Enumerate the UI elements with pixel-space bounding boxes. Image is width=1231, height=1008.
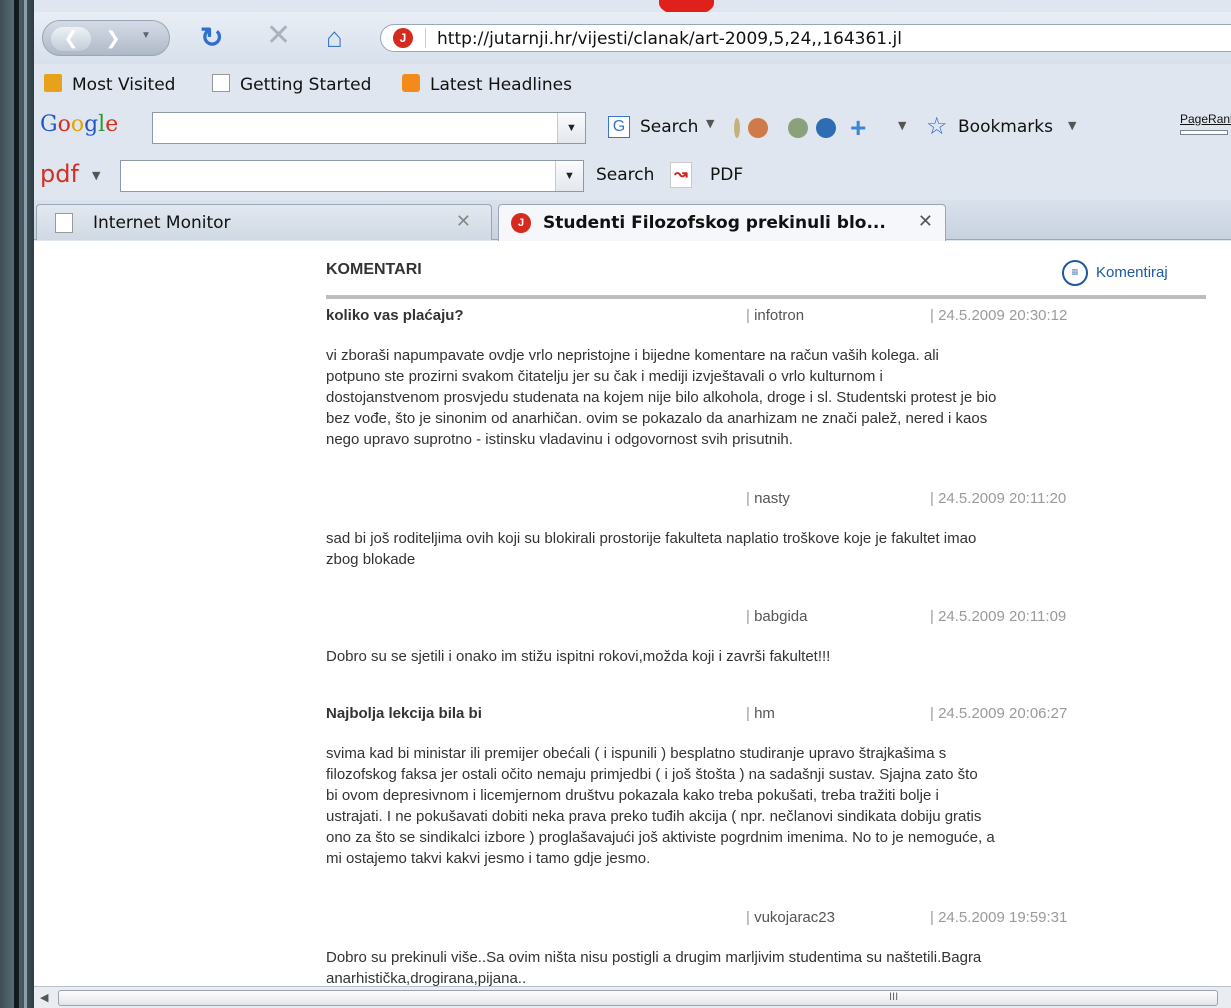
page-icon — [212, 74, 230, 92]
comment-date: | 24.5.2009 20:11:09 — [930, 608, 1067, 625]
pdf-search-button[interactable]: Search — [596, 165, 654, 185]
comment-date: | 24.5.2009 20:06:27 — [930, 705, 1068, 722]
most-visited-icon — [44, 74, 62, 92]
url-text[interactable]: http://jutarnji.hr/vijesti/clanak/art-20… — [437, 29, 902, 49]
pagerank-label[interactable]: PageRank — [1180, 112, 1231, 126]
bookmarks-dropdown-icon[interactable]: ▼ — [1068, 119, 1076, 132]
comment-author: | babgida — [746, 608, 808, 625]
pagerank-bar — [1180, 130, 1228, 135]
pdf-search-input[interactable]: ▼ — [120, 160, 584, 192]
google-toolbar: Google ▼ G Search ▼ + ▼ ☆ Bookmarks ▼ Pa… — [34, 104, 1231, 152]
home-icon[interactable]: ⌂ — [326, 24, 343, 52]
desktop-strip — [0, 0, 34, 1008]
tab-studenti-filozofskog[interactable]: J Studenti Filozofskog prekinuli blo... … — [498, 204, 946, 241]
reload-icon[interactable]: ↻ — [200, 24, 223, 52]
comment-author: | nasty — [746, 490, 790, 507]
tab-bar: Internet Monitor ✕ J Studenti Filozofsko… — [34, 200, 1231, 241]
comment-date: | 24.5.2009 20:30:12 — [930, 307, 1068, 324]
back-button[interactable]: ❮ — [51, 27, 91, 51]
divider-icon — [734, 118, 740, 138]
forward-button[interactable]: ❯ — [97, 27, 129, 51]
add-icon[interactable]: + — [850, 112, 866, 144]
pdf-button[interactable]: PDF — [710, 165, 743, 185]
site-favicon-icon: J — [511, 213, 531, 233]
bookmark-latest-headlines[interactable]: Latest Headlines — [430, 75, 572, 95]
address-bar[interactable]: J http://jutarnji.hr/vijesti/clanak/art-… — [380, 24, 1231, 52]
search-dropdown-icon[interactable]: ▼ — [706, 117, 714, 130]
comment-author: | infotron — [746, 307, 805, 324]
star-icon[interactable]: ☆ — [926, 112, 948, 141]
page-icon — [55, 213, 73, 233]
bookmark-getting-started[interactable]: Getting Started — [240, 75, 371, 95]
back-forward-group: ❮ ❯ ▼ — [42, 20, 170, 56]
globe-icon[interactable] — [816, 118, 836, 138]
comment-author: | vukojarac23 — [746, 909, 835, 926]
bookmark-most-visited[interactable]: Most Visited — [72, 75, 175, 95]
chevron-down-icon[interactable]: ▼ — [555, 161, 583, 191]
comment-date: | 24.5.2009 19:59:31 — [930, 909, 1068, 926]
history-dropdown-icon[interactable]: ▼ — [141, 30, 151, 41]
strip-bar-light — [24, 0, 27, 1008]
comment-date: | 24.5.2009 20:11:20 — [930, 490, 1067, 507]
add-dropdown-icon[interactable]: ▼ — [898, 119, 906, 132]
bookmarks-toolbar: Most Visited Getting Started Latest Head… — [34, 64, 1231, 104]
news-icon[interactable] — [748, 118, 768, 138]
navigation-toolbar: ❮ ❯ ▼ ↻ ✕ ⌂ J http://jutarnji.hr/vijesti… — [34, 12, 1231, 64]
scroll-left-icon[interactable]: ◀ — [40, 991, 48, 1004]
google-search-icon[interactable]: G — [608, 116, 630, 138]
scrollbar-grip: III — [889, 991, 899, 1003]
tab-title: Studenti Filozofskog prekinuli blo... — [543, 213, 886, 233]
comment-bubble-icon: ≡ — [1062, 260, 1088, 286]
comment-title: Najbolja lekcija bila bi — [326, 705, 482, 722]
address-divider — [425, 28, 426, 48]
close-icon[interactable]: ✕ — [918, 211, 933, 232]
chevron-down-icon[interactable]: ▼ — [557, 113, 585, 143]
strip-bar — [14, 0, 19, 1008]
close-icon[interactable]: ✕ — [456, 211, 471, 232]
pdf-dropdown-icon[interactable]: ▼ — [92, 169, 100, 182]
comment-body: vi zboraši napumpavate ovdje vrlo nepris… — [326, 347, 997, 448]
google-logo: Google — [40, 112, 119, 137]
comment-body: sad bi još roditeljima ovih koji su blok… — [326, 530, 977, 568]
add-comment-label[interactable]: Komentiraj — [1096, 264, 1168, 281]
comment-body: Dobro su prekinuli više..Sa ovim ništa n… — [326, 949, 982, 986]
bookmarks-button[interactable]: Bookmarks — [958, 117, 1053, 137]
stop-icon[interactable]: ✕ — [266, 21, 291, 51]
pdf-file-icon[interactable]: ↝ — [670, 162, 692, 188]
horizontal-scrollbar[interactable]: ◀ III — [34, 986, 1231, 1008]
pdf-logo: pdf — [40, 160, 79, 188]
scrollbar-thumb[interactable]: III — [58, 990, 1218, 1006]
tab-internet-monitor[interactable]: Internet Monitor ✕ — [36, 204, 492, 240]
rss-icon — [402, 74, 420, 92]
google-search-button[interactable]: Search — [640, 117, 698, 137]
comment-body: Dobro su se sjetili i onako im stižu isp… — [326, 648, 831, 665]
comment-title: koliko vas plaćaju? — [326, 307, 464, 324]
highlight-icon[interactable] — [788, 118, 808, 138]
google-search-input[interactable]: ▼ — [152, 112, 586, 144]
header-divider — [326, 295, 1206, 299]
tab-title: Internet Monitor — [93, 213, 231, 233]
page-content: KOMENTARI ≡ Komentiraj koliko vas plaćaj… — [34, 241, 1231, 986]
comments-header: KOMENTARI — [326, 261, 422, 278]
site-favicon-icon: J — [393, 28, 413, 48]
comment-body: svima kad bi ministar ili premijer obeća… — [326, 745, 995, 867]
comment-author: | hm — [746, 705, 775, 722]
browser-window: ❮ ❯ ▼ ↻ ✕ ⌂ J http://jutarnji.hr/vijesti… — [34, 0, 1231, 1008]
pdf-toolbar: pdf ▼ ▼ Search ↝ PDF — [34, 152, 1231, 200]
